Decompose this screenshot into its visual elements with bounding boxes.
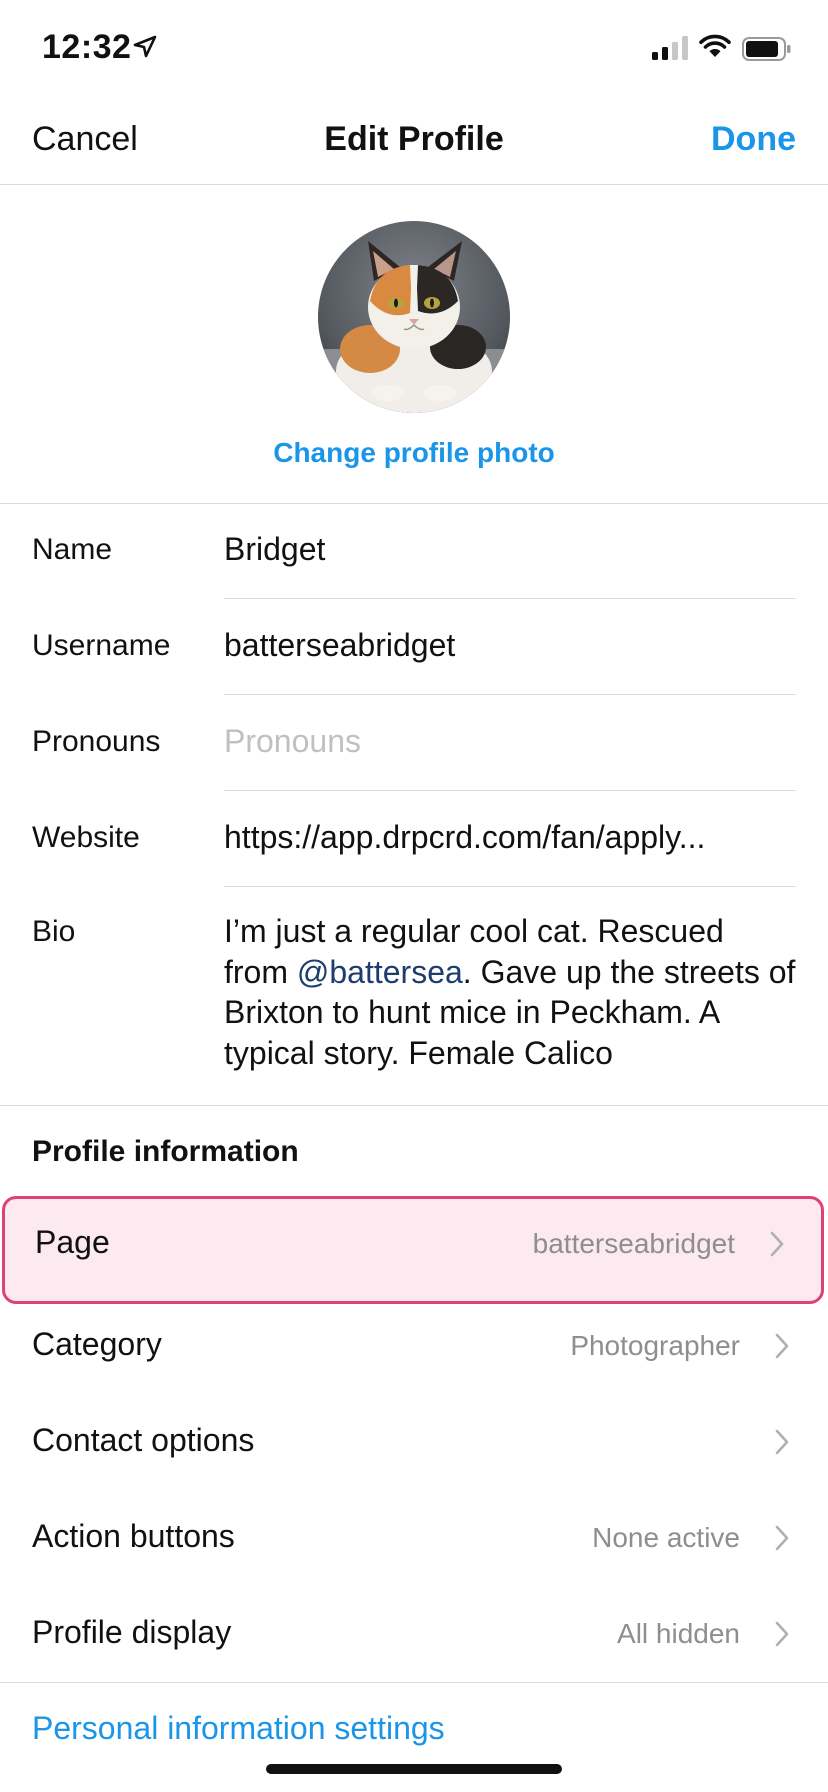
username-input[interactable]: batterseabridget (224, 627, 796, 664)
username-divider (224, 694, 796, 695)
location-arrow-icon (133, 35, 157, 58)
category-row-label: Category (32, 1326, 162, 1362)
action-buttons-row-value: None active (592, 1522, 740, 1553)
signal-icon (652, 36, 688, 60)
profile-display-row-label: Profile display (32, 1614, 232, 1650)
chevron-right-icon (770, 1231, 784, 1257)
battery-icon (742, 37, 791, 61)
page-row-label: Page (35, 1224, 110, 1260)
chevron-right-icon (775, 1333, 789, 1359)
personal-information-settings-link[interactable]: Personal information settings (32, 1710, 445, 1747)
home-indicator[interactable] (266, 1764, 562, 1774)
chevron-right-icon (775, 1525, 789, 1551)
profile-display-row-value: All hidden (617, 1618, 740, 1649)
profile-photo-section: Change profile photo (0, 185, 828, 504)
done-button[interactable]: Done (711, 120, 796, 159)
chevron-right-icon (775, 1621, 789, 1647)
status-time: 12:32 (42, 28, 132, 66)
bio-field-row: Bio I’m just a regular cool cat. Rescued… (0, 889, 828, 1105)
cancel-button[interactable]: Cancel (32, 120, 138, 159)
chevron-right-icon (775, 1429, 789, 1455)
profile-information-heading: Profile information (32, 1135, 299, 1168)
pronouns-divider (224, 790, 796, 791)
pronouns-field-row: Pronouns Pronouns (0, 697, 828, 793)
action-buttons-row-label: Action buttons (32, 1518, 235, 1554)
username-field-row: Username batterseabridget (0, 601, 828, 697)
nav-header: Cancel Edit Profile Done (0, 100, 828, 185)
contact-options-row-label: Contact options (32, 1422, 255, 1458)
action-buttons-row[interactable]: Action buttons None active (0, 1490, 828, 1586)
bio-mention-link[interactable]: @battersea (297, 954, 463, 990)
website-label: Website (32, 821, 140, 854)
category-row-value: Photographer (570, 1330, 740, 1361)
page-row-value: batterseabridget (532, 1228, 735, 1259)
name-input[interactable]: Bridget (224, 531, 796, 568)
section-divider (0, 1105, 828, 1106)
profile-display-row[interactable]: Profile display All hidden (0, 1586, 828, 1682)
cat-photo-icon (318, 221, 510, 413)
contact-options-row[interactable]: Contact options (0, 1394, 828, 1490)
category-row[interactable]: Category Photographer (0, 1298, 828, 1394)
change-profile-photo-button[interactable]: Change profile photo (0, 437, 828, 469)
name-divider (224, 598, 796, 599)
avatar[interactable] (318, 221, 510, 413)
bio-input[interactable]: I’m just a regular cool cat. Rescued fro… (224, 911, 796, 1073)
status-bar: 12:32 (0, 0, 828, 100)
pronouns-input[interactable]: Pronouns (224, 723, 796, 760)
section-divider (0, 1682, 828, 1683)
website-input[interactable]: https://app.drpcrd.com/fan/apply... (224, 819, 796, 856)
wifi-icon (699, 34, 731, 57)
username-label: Username (32, 629, 171, 662)
page-row[interactable]: Page batterseabridget (2, 1196, 824, 1304)
page-title: Edit Profile (324, 120, 504, 158)
bio-label: Bio (32, 915, 76, 948)
pronouns-label: Pronouns (32, 725, 161, 758)
name-field-row: Name Bridget (0, 505, 828, 601)
website-divider (224, 886, 796, 887)
website-field-row: Website https://app.drpcrd.com/fan/apply… (0, 793, 828, 889)
name-label: Name (32, 533, 113, 566)
